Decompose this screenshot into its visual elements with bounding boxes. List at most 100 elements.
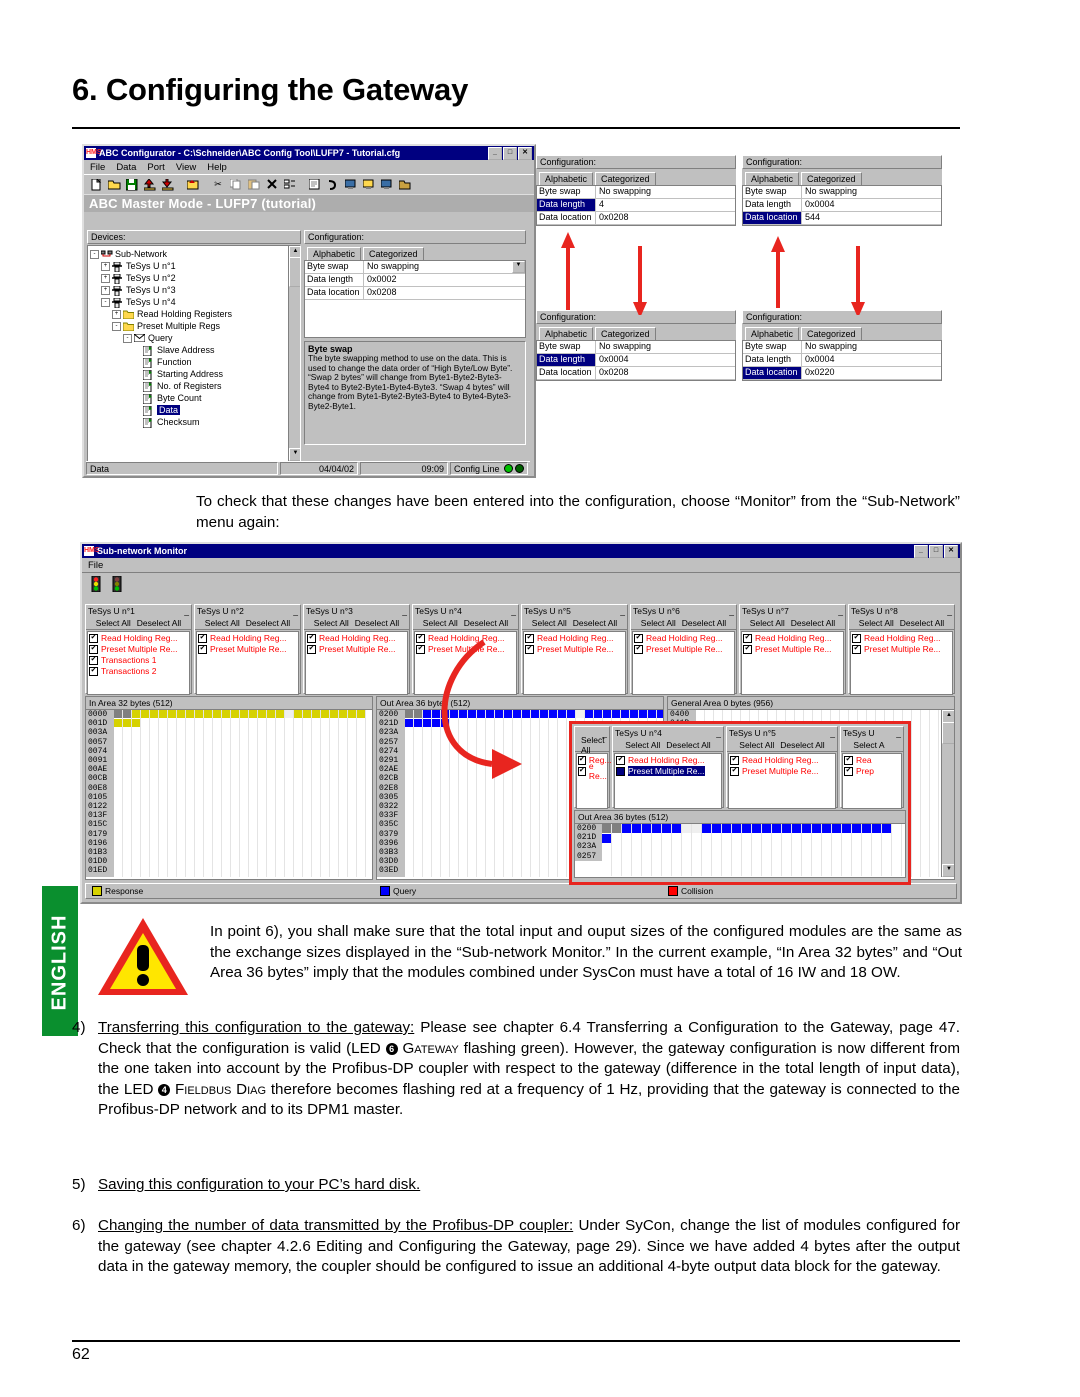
property-row[interactable]: Data length 4 — [537, 199, 735, 212]
module-list-item[interactable]: Read Holding Reg... — [198, 633, 297, 643]
select-all-button[interactable]: Select All — [750, 618, 785, 628]
tree-node[interactable]: + TeSys U n°3 — [90, 284, 280, 296]
checkbox[interactable] — [307, 633, 316, 643]
subnetwork-icon[interactable] — [185, 177, 201, 193]
maximize-button[interactable]: □ — [929, 544, 943, 558]
select-all-button[interactable]: Select All — [423, 618, 458, 628]
module-minimize-button[interactable]: _ — [729, 606, 734, 616]
tree-node[interactable]: - Preset Multiple Regs — [90, 320, 280, 332]
module-list-item[interactable]: Preset Multiple Re... — [198, 644, 297, 654]
checkbox[interactable] — [416, 633, 425, 643]
checkbox[interactable] — [525, 644, 534, 654]
tree-node[interactable]: - Sub-Network — [90, 248, 280, 260]
deselect-all-button[interactable]: Deselect All — [355, 618, 399, 628]
minimize-button[interactable]: _ — [914, 544, 928, 558]
module-minimize-button[interactable]: _ — [716, 728, 721, 738]
module-list-item[interactable]: Rea — [844, 755, 900, 765]
checkbox[interactable] — [615, 765, 626, 777]
property-row[interactable]: Data length 0x0004 — [743, 354, 941, 367]
property-row[interactable]: Byte swap No swapping — [537, 186, 735, 199]
module-list-item[interactable]: Read Holding Reg... — [307, 633, 406, 643]
module-list-item[interactable]: Preset Multiple Re... — [525, 644, 624, 654]
module-minimize-button[interactable]: _ — [830, 728, 835, 738]
connect-icon[interactable] — [325, 177, 341, 193]
checkbox[interactable] — [89, 655, 98, 665]
area-scrollbar[interactable]: ▲ ▼ — [941, 710, 954, 877]
module-minimize-button[interactable]: _ — [947, 606, 952, 616]
checkbox[interactable] — [89, 644, 98, 654]
menu-port[interactable]: Port — [147, 162, 164, 173]
tab-alphabetic[interactable]: Alphabetic — [307, 247, 362, 260]
module-list-item[interactable]: Read Holding Reg... — [634, 633, 733, 643]
collapse-icon[interactable]: - — [90, 249, 99, 259]
module-list-item[interactable]: Preset Multiple Re... — [615, 765, 720, 777]
property-row[interactable]: Byte swap No swapping ▼ — [305, 261, 525, 274]
checkbox[interactable] — [634, 644, 643, 654]
expand-icon[interactable]: + — [101, 285, 110, 295]
module-list-item[interactable]: Preset Multiple Re... — [743, 644, 842, 654]
menu-view[interactable]: View — [176, 162, 196, 173]
module-list-item[interactable]: Read Holding Reg... — [852, 633, 951, 643]
tree-node[interactable]: Starting Address — [90, 368, 280, 380]
tab-alphabetic[interactable]: Alphabetic — [745, 327, 800, 340]
property-row[interactable]: Data location 544 — [743, 212, 941, 225]
open-icon[interactable] — [106, 177, 122, 193]
select-all-button[interactable]: Select All — [859, 618, 894, 628]
maximize-button[interactable]: □ — [503, 146, 517, 160]
tree-node[interactable]: No. of Registers — [90, 380, 280, 392]
menu-help[interactable]: Help — [207, 162, 227, 173]
module-list-item[interactable]: Preset Multiple Re... — [730, 766, 834, 776]
scroll-down-button[interactable]: ▼ — [289, 448, 300, 461]
property-row[interactable]: Data length 0x0002 — [305, 274, 525, 287]
module-list-item[interactable]: Read Holding Reg... — [730, 755, 834, 765]
tree-node[interactable]: Data — [90, 404, 280, 416]
checkbox[interactable] — [852, 633, 861, 643]
module-list-item[interactable]: e Re... — [578, 761, 607, 781]
close-button[interactable]: ✕ — [518, 146, 532, 160]
deselect-all-button[interactable]: Deselect All — [246, 618, 290, 628]
start-monitor-icon[interactable] — [86, 574, 105, 593]
checkbox[interactable] — [416, 644, 425, 654]
module-minimize-button[interactable]: _ — [184, 606, 189, 616]
checkbox[interactable] — [852, 644, 861, 654]
module-minimize-button[interactable]: _ — [620, 606, 625, 616]
select-all-button[interactable]: Select All — [739, 740, 774, 750]
property-row[interactable]: Data length 0x0004 — [537, 354, 735, 367]
deselect-all-button[interactable]: Deselect All — [780, 740, 824, 750]
config-panel-grid[interactable]: Byte swap No swapping Data length 4 Data loc… — [536, 185, 736, 226]
property-row[interactable]: Data location 0x0208 — [537, 212, 735, 225]
checkbox[interactable] — [89, 666, 98, 676]
deselect-all-button[interactable]: Deselect All — [464, 618, 508, 628]
checkbox[interactable] — [634, 633, 643, 643]
byte-grid[interactable] — [114, 710, 372, 877]
menu-file[interactable]: File — [90, 162, 105, 173]
module-list-item[interactable]: Transactions 2 — [89, 666, 188, 676]
tree-node[interactable]: Slave Address — [90, 344, 280, 356]
minimize-button[interactable]: _ — [488, 146, 502, 160]
select-all-button[interactable]: Select All — [96, 618, 131, 628]
checkbox[interactable] — [198, 644, 207, 654]
checkbox[interactable] — [730, 766, 739, 776]
collapse-icon[interactable]: - — [123, 333, 132, 343]
checkbox[interactable] — [743, 633, 752, 643]
checkbox[interactable] — [307, 644, 316, 654]
checkbox[interactable] — [89, 633, 98, 643]
save-icon[interactable] — [124, 177, 140, 193]
module-list-item[interactable]: Preset Multiple Re... — [852, 644, 951, 654]
config-panel-grid[interactable]: Byte swap No swapping Data length 0x0004 Dat… — [536, 340, 736, 381]
monitor-icon[interactable] — [343, 177, 359, 193]
deselect-all-button[interactable]: Select All — [581, 735, 609, 755]
module-list-item[interactable]: Read Holding Reg... — [616, 755, 720, 765]
select-all-button[interactable]: Select All — [532, 618, 567, 628]
checkbox[interactable] — [198, 633, 207, 643]
collapse-icon[interactable]: - — [112, 321, 121, 331]
module-list-item[interactable]: Preset Multiple Re... — [307, 644, 406, 654]
tree-node[interactable]: Function — [90, 356, 280, 368]
expand-icon[interactable]: + — [112, 309, 121, 319]
module-list-item[interactable]: Transactions 1 — [89, 655, 188, 665]
module-list-item[interactable]: Preset Multiple Re... — [416, 644, 515, 654]
config-panel-grid[interactable]: Byte swap No swapping Data length 0x0004 Dat… — [742, 185, 942, 226]
checkbox[interactable] — [616, 755, 625, 765]
tab-alphabetic[interactable]: Alphabetic — [539, 172, 594, 185]
select-all-button[interactable]: Select All — [205, 618, 240, 628]
